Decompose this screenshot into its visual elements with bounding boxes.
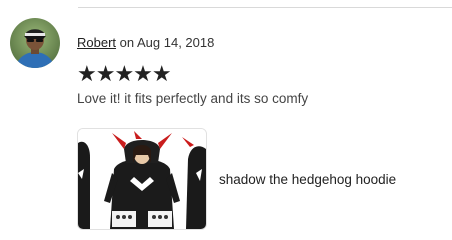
item-title[interactable]: shadow the hedgehog hoodie [219,172,396,187]
review-date: on Aug 14, 2018 [119,35,215,50]
star-rating-icon: ★★★★★ [77,62,172,87]
review-text: Love it! it fits perfectly and its so co… [77,91,309,106]
reviewer-avatar[interactable] [10,18,60,68]
reviewed-item-link[interactable]: shadow the hedgehog hoodie [77,128,396,230]
reviewer-name-link[interactable]: Robert [77,35,116,50]
review-divider [78,7,452,8]
review-card: Robert on Aug 14, 2018 ★★★★★ Love it! it… [10,18,450,238]
item-thumbnail[interactable] [77,128,207,230]
review-meta: Robert on Aug 14, 2018 [77,35,214,50]
